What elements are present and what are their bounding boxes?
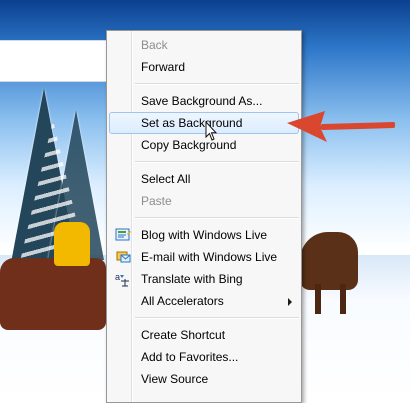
menu-separator: [135, 161, 299, 163]
back-menu-item[interactable]: Back: [109, 34, 299, 56]
svg-text:a: a: [115, 272, 120, 282]
select-all-menu-item[interactable]: Select All: [109, 168, 299, 190]
menu-separator: [135, 83, 299, 85]
email-label: E-mail with Windows Live: [141, 250, 278, 264]
sleigh: [0, 258, 106, 330]
add-to-favorites-label: Add to Favorites...: [141, 350, 239, 364]
back-label: Back: [141, 38, 168, 52]
copy-background-menu-item[interactable]: Copy Background: [109, 134, 299, 156]
browser-address-area: [0, 40, 110, 82]
set-as-background-label: Set as Background: [141, 116, 243, 130]
forward-menu-item[interactable]: Forward: [109, 56, 299, 78]
view-source-menu-item[interactable]: View Source: [109, 368, 299, 390]
translate-label: Translate with Bing: [141, 272, 243, 286]
menu-separator: [135, 217, 299, 219]
save-background-as-label: Save Background As...: [141, 94, 263, 108]
red-arrow-icon: [287, 111, 395, 142]
horse-leg: [315, 284, 321, 314]
create-shortcut-menu-item[interactable]: Create Shortcut: [109, 324, 299, 346]
sleigh-driver: [54, 222, 90, 266]
view-source-label: View Source: [141, 372, 209, 386]
add-to-favorites-menu-item[interactable]: Add to Favorites...: [109, 346, 299, 368]
paste-menu-item[interactable]: Paste: [109, 190, 299, 212]
set-as-background-menu-item[interactable]: Set as Background: [109, 112, 299, 134]
blog-icon: [115, 227, 131, 243]
blog-with-windows-live-menu-item[interactable]: Blog with Windows Live: [109, 224, 299, 246]
desktop-wallpaper: Back Forward Save Background As... Set a…: [0, 0, 410, 403]
all-accelerators-label: All Accelerators: [141, 294, 224, 308]
email-with-windows-live-menu-item[interactable]: E-mail with Windows Live: [109, 246, 299, 268]
horse-leg: [340, 284, 346, 314]
email-icon: [115, 249, 131, 265]
paste-label: Paste: [141, 194, 172, 208]
translate-icon: a: [115, 271, 131, 287]
submenu-arrow-icon: [288, 298, 292, 306]
blog-label: Blog with Windows Live: [141, 228, 268, 242]
horse: [300, 232, 358, 290]
forward-label: Forward: [141, 60, 186, 74]
translate-with-bing-menu-item[interactable]: a Translate with Bing: [109, 268, 299, 290]
all-accelerators-menu-item[interactable]: All Accelerators: [109, 290, 299, 312]
save-background-as-menu-item[interactable]: Save Background As...: [109, 90, 299, 112]
select-all-label: Select All: [141, 172, 191, 186]
copy-background-label: Copy Background: [141, 138, 237, 152]
context-menu: Back Forward Save Background As... Set a…: [106, 30, 302, 403]
create-shortcut-label: Create Shortcut: [141, 328, 226, 342]
menu-separator: [135, 317, 299, 319]
